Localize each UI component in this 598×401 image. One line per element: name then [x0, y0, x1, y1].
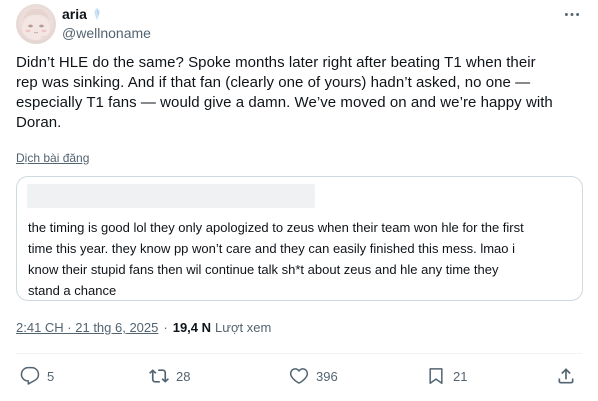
reply-count: 5 — [47, 368, 55, 384]
heart-icon — [289, 368, 309, 384]
meta-separator: · — [163, 320, 168, 335]
quote-line: time this year. they know pp won’t care … — [28, 241, 516, 256]
reply-button[interactable]: 5 — [20, 366, 54, 386]
name-emoji-icon — [91, 7, 103, 21]
tweet-line: Didn’t HLE do the same? Spoke months lat… — [16, 54, 536, 71]
tweet-line: rep was sinking. And if that fan (clearl… — [16, 74, 531, 91]
retweet-arrows-icon — [149, 369, 169, 383]
share-upload-icon — [558, 368, 574, 384]
quote-line: the timing is good lol they only apologi… — [28, 220, 524, 235]
translate-post-link[interactable]: Dịch bài đăng — [16, 151, 89, 165]
avatar-image — [22, 8, 50, 40]
post-meta: 2:41 CH · 21 thg 6, 2025 · 19,4 N Lượt x… — [16, 320, 271, 335]
bookmark-button[interactable]: 21 — [426, 366, 467, 386]
author-name-row: aria — [62, 6, 103, 22]
quoted-post-text: the timing is good lol they only apologi… — [28, 217, 576, 301]
quote-line: stand a chance — [28, 283, 117, 298]
retweet-button[interactable]: 28 — [149, 366, 190, 386]
post-timestamp[interactable]: 2:41 CH · 21 thg 6, 2025 — [16, 320, 158, 335]
quoted-post-header-redacted — [27, 184, 315, 208]
reply-bubble-icon — [20, 366, 40, 385]
avatar[interactable] — [16, 4, 56, 44]
bookmark-icon — [429, 368, 443, 384]
tweet-text: Didn’t HLE do the same? Spoke months lat… — [16, 53, 584, 133]
views-count: 19,4 N — [172, 320, 212, 335]
more-dots-icon — [564, 12, 580, 16]
views-label: Lượt xem — [215, 320, 272, 335]
like-button[interactable]: 396 — [289, 366, 338, 386]
tweet-line: Doran. — [16, 114, 62, 131]
author-handle[interactable]: @wellnoname — [62, 25, 151, 41]
bookmark-count: 21 — [453, 368, 468, 384]
quote-line: know their stupid fans then wil continue… — [28, 262, 499, 277]
like-count: 396 — [316, 368, 338, 384]
divider — [16, 353, 582, 354]
author-display-name[interactable]: aria — [62, 6, 87, 22]
action-bar: 5 28 396 21 — [16, 366, 582, 390]
quoted-post[interactable]: the timing is good lol they only apologi… — [16, 176, 583, 301]
tweet-line: especially T1 fans — would give a damn. … — [16, 94, 553, 111]
retweet-count: 28 — [176, 368, 191, 384]
more-options-button[interactable] — [562, 6, 582, 22]
share-button[interactable] — [556, 366, 576, 386]
